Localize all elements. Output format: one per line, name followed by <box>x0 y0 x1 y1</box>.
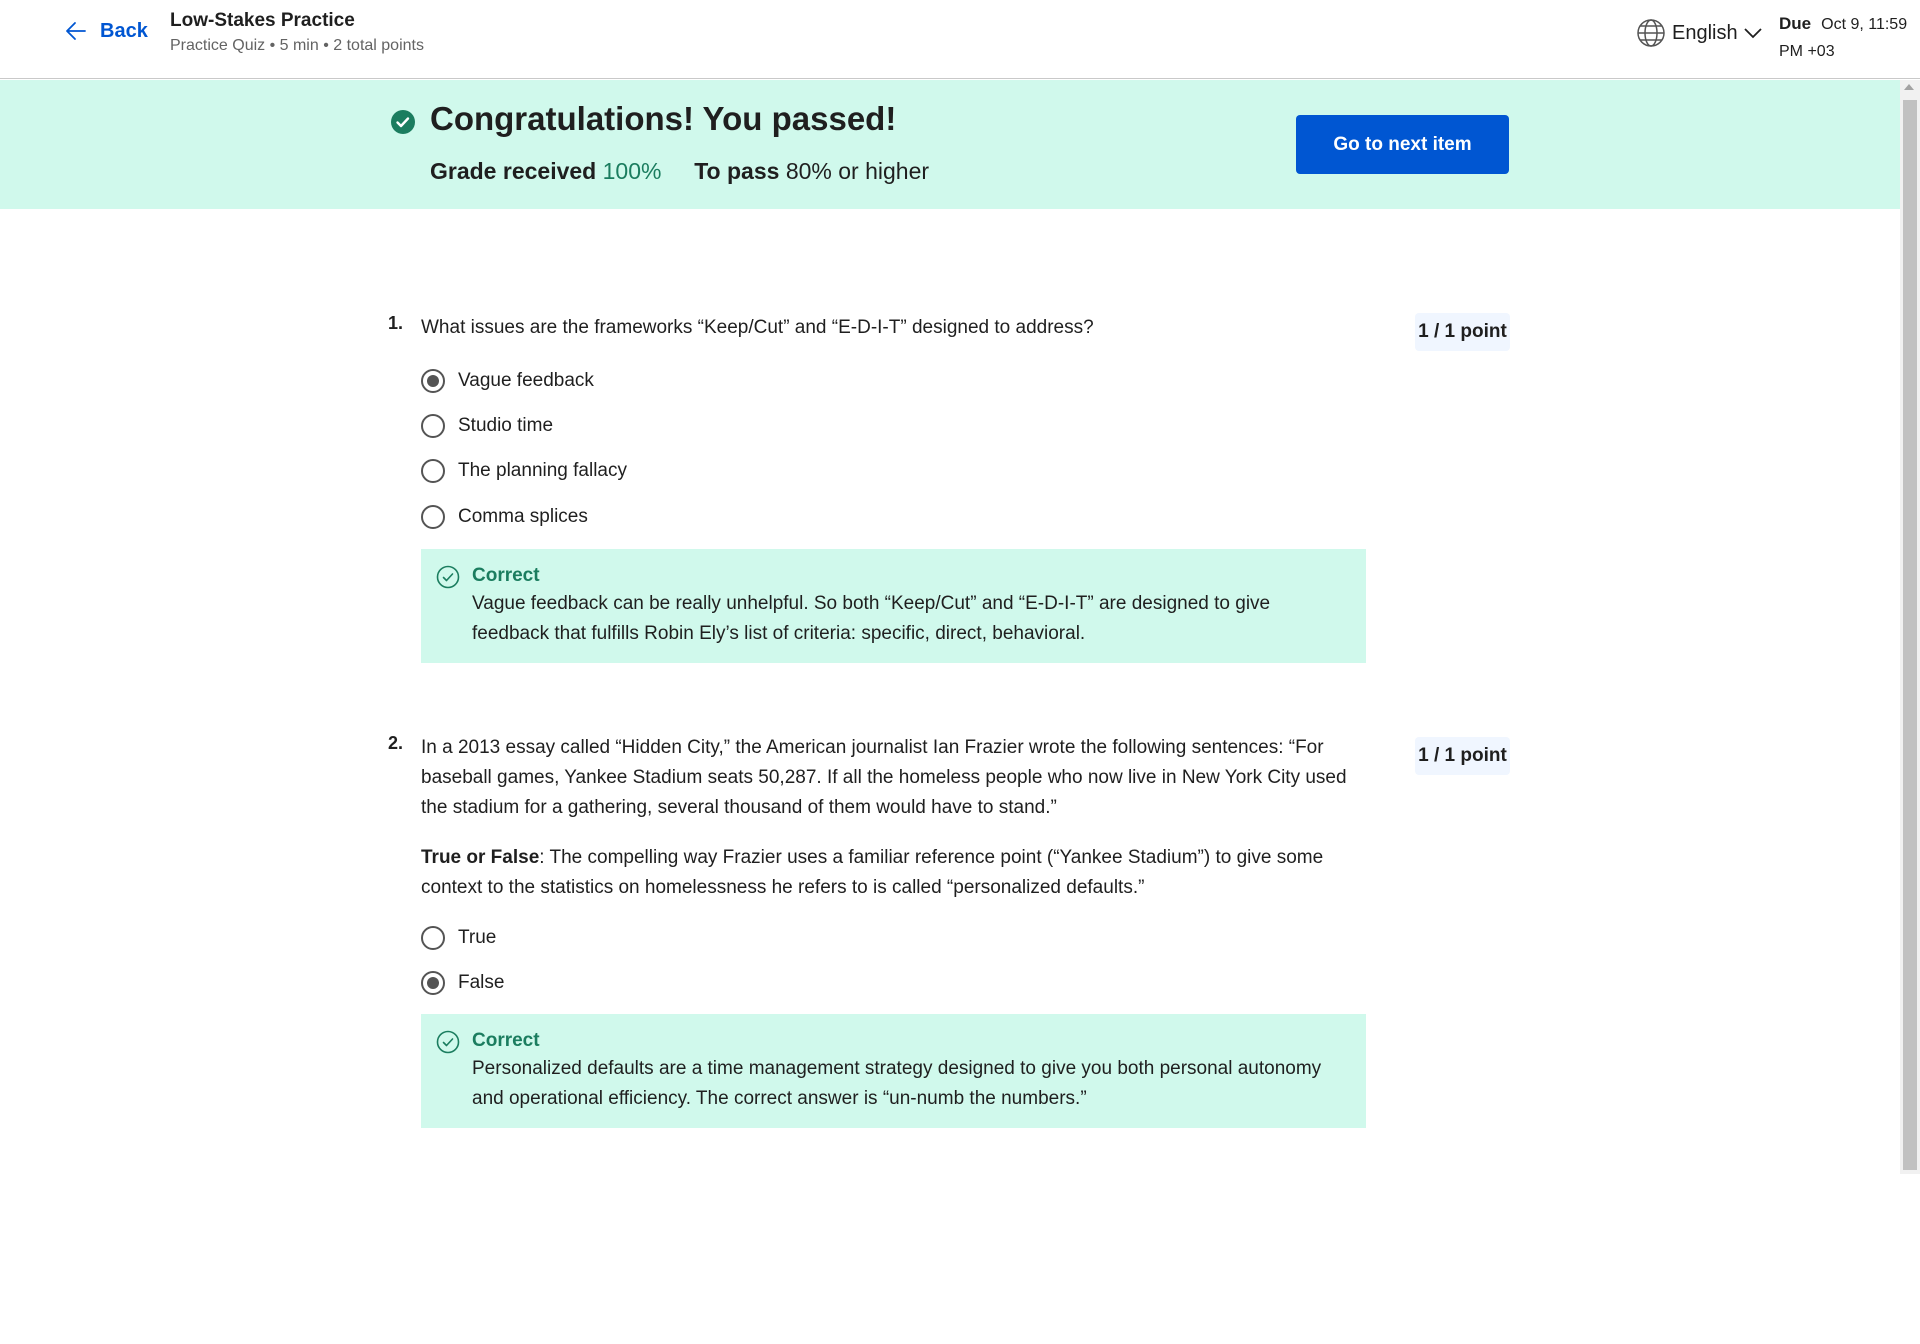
prompt-bold: True or False <box>421 847 540 868</box>
question-1: 1. What issues are the frameworks “Keep/… <box>388 313 1510 673</box>
pass-title: Congratulations! You passed! <box>430 100 897 137</box>
scroll-up-arrow-icon[interactable] <box>1904 84 1914 90</box>
feedback-text: Vague feedback can be really unhelpful. … <box>472 593 1271 644</box>
radio-button[interactable] <box>421 971 445 995</box>
feedback-text: Personalized defaults are a time managem… <box>472 1058 1322 1109</box>
pass-banner: Congratulations! You passed! Grade recei… <box>0 80 1900 209</box>
top-bar: Back Low-Stakes Practice Practice Quiz •… <box>0 0 1920 79</box>
pass-label: To pass <box>694 158 780 184</box>
pass-value: 80% <box>785 158 832 184</box>
feedback-box: Correct Vague feedback can be really unh… <box>421 549 1366 663</box>
grade-summary: Grade received 100% To pass 80% or highe… <box>430 158 929 185</box>
radio-selected-dot <box>427 977 439 989</box>
radio-button[interactable] <box>421 459 445 483</box>
option-label: Studio time <box>458 415 554 436</box>
scrollbar-thumb[interactable] <box>1903 100 1917 1170</box>
globe-icon <box>1637 19 1665 47</box>
question-text: In a 2013 essay called “Hidden City,” th… <box>421 737 1347 818</box>
due-date-line1: Oct 9, 11:59 <box>1821 16 1908 33</box>
feedback-box: Correct Personalized defaults are a time… <box>421 1014 1366 1128</box>
arrow-left-icon <box>66 22 86 40</box>
feedback-title: Correct <box>472 1030 540 1051</box>
prompt-text: : The compelling way Frazier uses a fami… <box>421 847 1324 898</box>
radio-button[interactable] <box>421 414 445 438</box>
option-label: The planning fallacy <box>458 460 627 481</box>
grade-value: 100% <box>602 158 662 184</box>
go-to-next-item-button[interactable]: Go to next item <box>1296 115 1509 174</box>
radio-button[interactable] <box>421 369 445 393</box>
points-badge: 1 / 1 point <box>1415 737 1510 775</box>
radio-selected-dot <box>427 375 439 387</box>
option-comma-splices[interactable]: Comma splices <box>421 505 588 529</box>
option-planning-fallacy[interactable]: The planning fallacy <box>421 459 627 483</box>
option-label: Vague feedback <box>458 370 594 391</box>
grade-label: Grade received <box>430 158 597 184</box>
option-false[interactable]: False <box>421 971 504 995</box>
pass-suffix: or higher <box>838 158 930 184</box>
feedback-title: Correct <box>472 565 540 586</box>
due-date: Due Oct 9, 11:59 PM +03 <box>1779 10 1919 65</box>
quiz-subtitle: Practice Quiz • 5 min • 2 total points <box>170 37 424 54</box>
due-date-line2: PM +03 <box>1779 43 1835 60</box>
radio-button[interactable] <box>421 926 445 950</box>
points-badge: 1 / 1 point <box>1415 313 1510 351</box>
option-studio-time[interactable]: Studio time <box>421 414 553 438</box>
option-label: Comma splices <box>458 506 588 527</box>
option-true[interactable]: True <box>421 926 496 950</box>
back-button[interactable]: Back <box>64 19 148 43</box>
question-number: 2. <box>388 733 404 753</box>
radio-button[interactable] <box>421 505 445 529</box>
check-circle-icon <box>391 110 415 134</box>
back-label: Back <box>100 19 148 42</box>
chevron-down-icon <box>1743 28 1762 39</box>
question-2: 2. In a 2013 essay called “Hidden City,”… <box>388 733 1510 1133</box>
option-label: True <box>458 927 497 948</box>
check-circle-outline-icon <box>436 565 460 589</box>
language-label: English <box>1672 21 1738 44</box>
check-circle-outline-icon <box>436 1030 460 1054</box>
quiz-title: Low-Stakes Practice <box>170 10 355 31</box>
language-selector[interactable]: English <box>1636 18 1762 48</box>
option-label: False <box>458 972 505 993</box>
quiz-title-block: Low-Stakes Practice Practice Quiz • 5 mi… <box>170 10 424 55</box>
question-text: What issues are the frameworks “Keep/Cut… <box>421 317 1094 338</box>
due-label: Due <box>1779 14 1812 33</box>
question-number: 1. <box>388 313 404 333</box>
option-vague-feedback[interactable]: Vague feedback <box>421 369 594 393</box>
question-prompt: True or False: The compelling way Frazie… <box>421 843 1365 903</box>
